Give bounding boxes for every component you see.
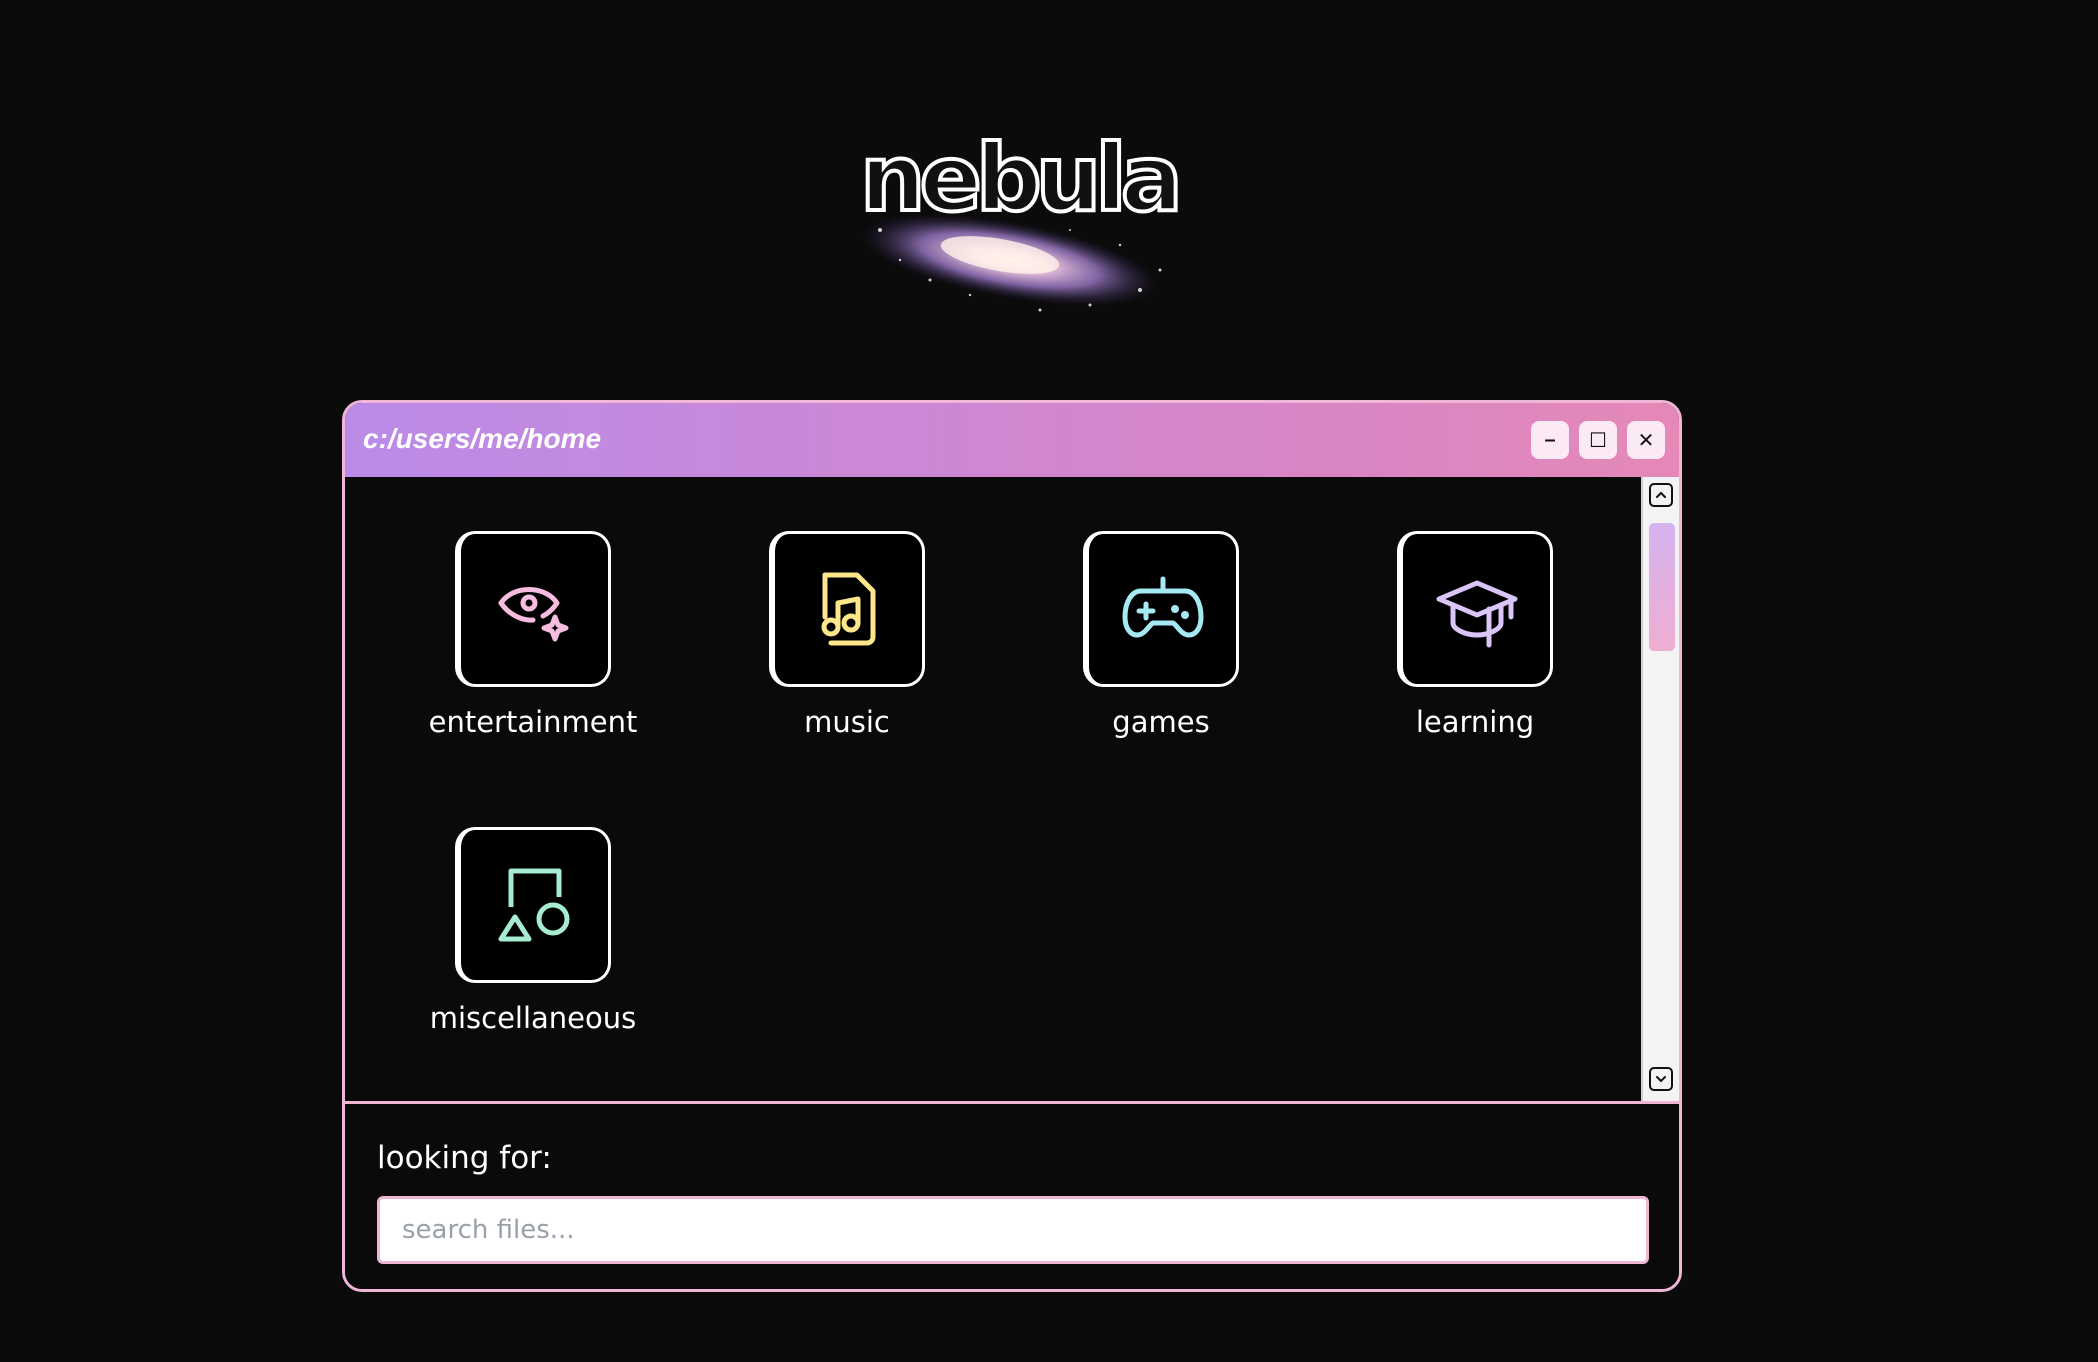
shapes-icon [498, 868, 569, 942]
search-panel: looking for: [345, 1101, 1679, 1289]
scrollbar-thumb[interactable] [1649, 523, 1675, 651]
chevron-up-icon [1656, 491, 1666, 498]
folder-label: games [1112, 705, 1210, 739]
folder-icon-tile[interactable] [455, 531, 611, 687]
graduation-cap-icon [1436, 580, 1517, 648]
gamepad-icon [1122, 576, 1203, 638]
close-button[interactable]: ✕ [1627, 421, 1665, 459]
folder-label: music [804, 705, 890, 739]
scroll-up-button[interactable] [1649, 483, 1673, 507]
folder-learning[interactable]: learning [1355, 531, 1595, 739]
folder-label: entertainment [428, 705, 638, 739]
eye-sparkle-icon [498, 587, 568, 642]
galaxy-logo: nebula [858, 123, 1180, 312]
folder-entertainment[interactable]: entertainment [413, 531, 653, 739]
search-input[interactable] [377, 1196, 1649, 1264]
folder-icon-tile[interactable] [1397, 531, 1553, 687]
search-label: looking for: [377, 1140, 552, 1176]
window-title-path: c:/users/me/home [363, 423, 602, 454]
scroll-down-button[interactable] [1649, 1067, 1673, 1091]
folder-games[interactable]: games [1041, 531, 1281, 739]
folder-icon-tile[interactable] [1083, 531, 1239, 687]
folder-music[interactable]: music [727, 531, 967, 739]
file-explorer-window: c:/users/me/home – ☐ ✕ entertainment mus… [342, 400, 1682, 1292]
folder-label: miscellaneous [429, 1001, 637, 1035]
folder-icon-tile[interactable] [455, 827, 611, 983]
maximize-button[interactable]: ☐ [1579, 421, 1617, 459]
vertical-scrollbar[interactable] [1641, 477, 1679, 1101]
chevron-down-icon [1656, 1076, 1666, 1083]
music-file-icon [821, 572, 875, 646]
window-titlebar[interactable]: c:/users/me/home – ☐ ✕ [345, 403, 1679, 477]
folder-grid: entertainment music games learning misce… [345, 477, 1641, 1101]
logo-text: nebula [860, 125, 1177, 232]
folder-miscellaneous[interactable]: miscellaneous [413, 827, 653, 1035]
page: nebula c:/users/me/home – ☐ ✕ entertainm… [0, 0, 2098, 1362]
nebula-logo: nebula [840, 120, 1180, 340]
folder-icon-tile[interactable] [769, 531, 925, 687]
minimize-button[interactable]: – [1531, 421, 1569, 459]
folder-label: learning [1415, 705, 1535, 739]
